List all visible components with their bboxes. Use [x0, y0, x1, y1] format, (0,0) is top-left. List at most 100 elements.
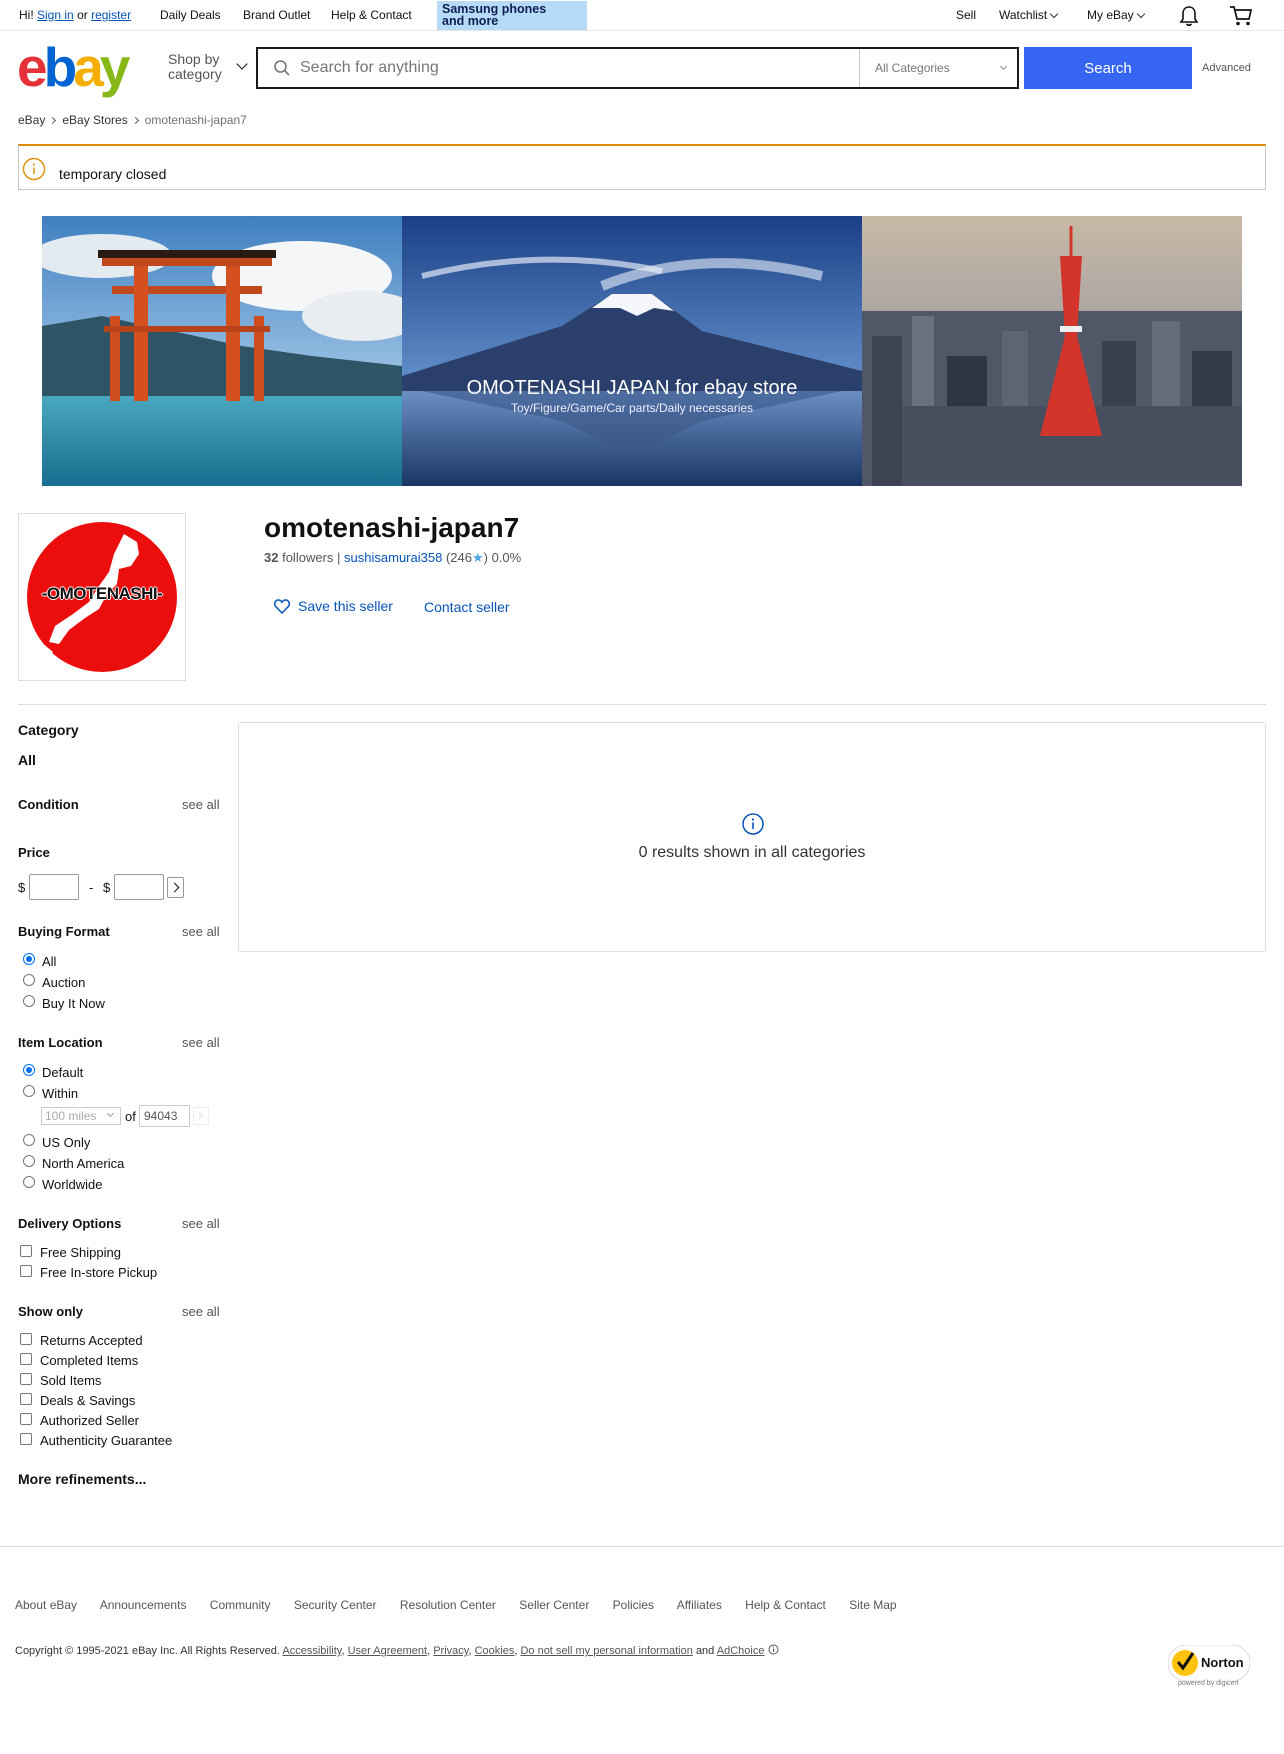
checkbox[interactable]	[20, 1412, 32, 1425]
free-pickup-checkbox[interactable]: Free In-store Pickup	[20, 1264, 157, 1280]
cart-icon[interactable]	[1229, 5, 1253, 27]
location-worldwide[interactable]: Worldwide	[23, 1175, 102, 1192]
seller-username-link[interactable]: sushisamurai358	[344, 550, 442, 565]
checkbox[interactable]	[20, 1332, 32, 1345]
checkbox[interactable]	[20, 1244, 32, 1257]
option-label: Completed Items	[40, 1353, 139, 1368]
free-shipping-checkbox[interactable]: Free Shipping	[20, 1244, 121, 1260]
or-text: or	[77, 8, 88, 22]
radio[interactable]	[23, 973, 35, 986]
my-ebay-menu[interactable]: My eBay	[1087, 8, 1145, 22]
price-submit-button[interactable]	[167, 877, 184, 898]
norton-seal[interactable]: Norton powered by digicert	[1168, 1645, 1250, 1689]
category-select-value: All Categories	[875, 61, 950, 75]
register-link[interactable]: register	[91, 8, 131, 22]
chevron-down-icon	[236, 58, 248, 70]
brand-outlet-link[interactable]: Brand Outlet	[243, 8, 310, 22]
footer-link-about[interactable]: About eBay	[15, 1598, 77, 1612]
category-all-link[interactable]: All	[18, 752, 36, 768]
show-only-see-all[interactable]: see all	[182, 1304, 220, 1319]
radio[interactable]	[23, 1154, 35, 1167]
meta-separator: |	[337, 550, 341, 565]
radio[interactable]	[23, 1175, 35, 1188]
save-seller-button[interactable]: Save this seller	[274, 598, 393, 614]
footer-link-help-contact[interactable]: Help & Contact	[745, 1598, 826, 1612]
location-north-america[interactable]: North America	[23, 1154, 124, 1171]
location-us-only[interactable]: US Only	[23, 1133, 90, 1150]
price-min-input[interactable]	[29, 874, 79, 900]
search-bar: All Categories	[256, 47, 1019, 89]
sign-in-link[interactable]: Sign in	[37, 8, 74, 22]
breadcrumb-item-ebay-stores[interactable]: eBay Stores	[62, 113, 127, 127]
location-within[interactable]: Within	[23, 1084, 78, 1101]
option-label: Returns Accepted	[40, 1333, 143, 1348]
distance-select[interactable]: 100 miles	[41, 1107, 121, 1125]
condition-see-all[interactable]: see all	[182, 797, 220, 812]
footer-link-announcements[interactable]: Announcements	[100, 1598, 187, 1612]
radio-selected[interactable]	[23, 952, 35, 965]
checkbox[interactable]	[20, 1392, 32, 1405]
do-not-sell-link[interactable]: Do not sell my personal information	[520, 1645, 692, 1657]
watchlist-menu[interactable]: Watchlist	[999, 8, 1059, 22]
help-contact-link[interactable]: Help & Contact	[331, 8, 412, 22]
option-label: Authorized Seller	[40, 1413, 139, 1428]
heart-icon	[274, 598, 290, 614]
buying-format-all[interactable]: All	[23, 952, 56, 969]
no-results-message: 0 results shown in all categories	[638, 844, 866, 861]
completed-items-checkbox[interactable]: Completed Items	[20, 1352, 139, 1368]
category-select[interactable]: All Categories	[859, 49, 1017, 87]
cookies-link[interactable]: Cookies	[475, 1645, 515, 1657]
delivery-options-see-all[interactable]: see all	[182, 1216, 220, 1231]
checkbox[interactable]	[20, 1372, 32, 1385]
radio[interactable]	[23, 994, 35, 1007]
checkbox[interactable]	[20, 1352, 32, 1365]
radio-selected[interactable]	[23, 1063, 35, 1076]
footer-link-community[interactable]: Community	[210, 1598, 271, 1612]
save-seller-label: Save this seller	[298, 598, 393, 614]
footer-link-seller-center[interactable]: Seller Center	[519, 1598, 589, 1612]
returns-accepted-checkbox[interactable]: Returns Accepted	[20, 1332, 143, 1348]
sell-link[interactable]: Sell	[956, 8, 976, 22]
breadcrumb-item-ebay[interactable]: eBay	[18, 113, 45, 127]
footer-link-security-center[interactable]: Security Center	[294, 1598, 377, 1612]
daily-deals-link[interactable]: Daily Deals	[160, 8, 221, 22]
location-default[interactable]: Default	[23, 1063, 83, 1080]
info-icon	[742, 813, 764, 835]
ebay-logo[interactable]: ebay	[17, 40, 130, 95]
search-button[interactable]: Search	[1024, 47, 1192, 89]
more-refinements-link[interactable]: More refinements...	[18, 1471, 146, 1487]
option-label: Sold Items	[40, 1373, 102, 1388]
checkbox[interactable]	[20, 1264, 32, 1277]
zip-input[interactable]: 94043	[139, 1105, 190, 1127]
search-input[interactable]	[298, 49, 858, 87]
privacy-link[interactable]: Privacy	[433, 1645, 468, 1657]
buying-format-buy-it-now[interactable]: Buy It Now	[23, 994, 105, 1011]
of-label: of	[125, 1109, 136, 1124]
footer-link-site-map[interactable]: Site Map	[849, 1598, 896, 1612]
deals-savings-checkbox[interactable]: Deals & Savings	[20, 1392, 135, 1408]
shop-by-category-button[interactable]: Shop by category	[168, 52, 248, 82]
footer-link-resolution-center[interactable]: Resolution Center	[400, 1598, 496, 1612]
checkbox[interactable]	[20, 1432, 32, 1445]
accessibility-link[interactable]: Accessibility	[282, 1645, 341, 1657]
user-agreement-link[interactable]: User Agreement	[348, 1645, 427, 1657]
advanced-search-link[interactable]: Advanced	[1202, 62, 1251, 74]
adchoice-link[interactable]: AdChoice	[717, 1645, 765, 1657]
buying-format-auction[interactable]: Auction	[23, 973, 85, 990]
authorized-seller-checkbox[interactable]: Authorized Seller	[20, 1412, 139, 1428]
adchoice-icon[interactable]	[768, 1644, 779, 1655]
item-location-see-all[interactable]: see all	[182, 1035, 220, 1050]
promo-banner[interactable]: Samsung phones and more	[437, 1, 587, 30]
radio[interactable]	[23, 1084, 35, 1097]
sold-items-checkbox[interactable]: Sold Items	[20, 1372, 102, 1388]
footer-link-affiliates[interactable]: Affiliates	[677, 1598, 722, 1612]
zip-submit-button[interactable]	[193, 1107, 209, 1125]
price-dash: -	[89, 880, 94, 895]
price-max-input[interactable]	[114, 874, 164, 900]
radio[interactable]	[23, 1133, 35, 1146]
contact-seller-link[interactable]: Contact seller	[424, 599, 510, 615]
authenticity-guarantee-checkbox[interactable]: Authenticity Guarantee	[20, 1432, 172, 1448]
footer-link-policies[interactable]: Policies	[613, 1598, 654, 1612]
buying-format-see-all[interactable]: see all	[182, 924, 220, 939]
notification-bell-icon[interactable]	[1179, 5, 1199, 27]
